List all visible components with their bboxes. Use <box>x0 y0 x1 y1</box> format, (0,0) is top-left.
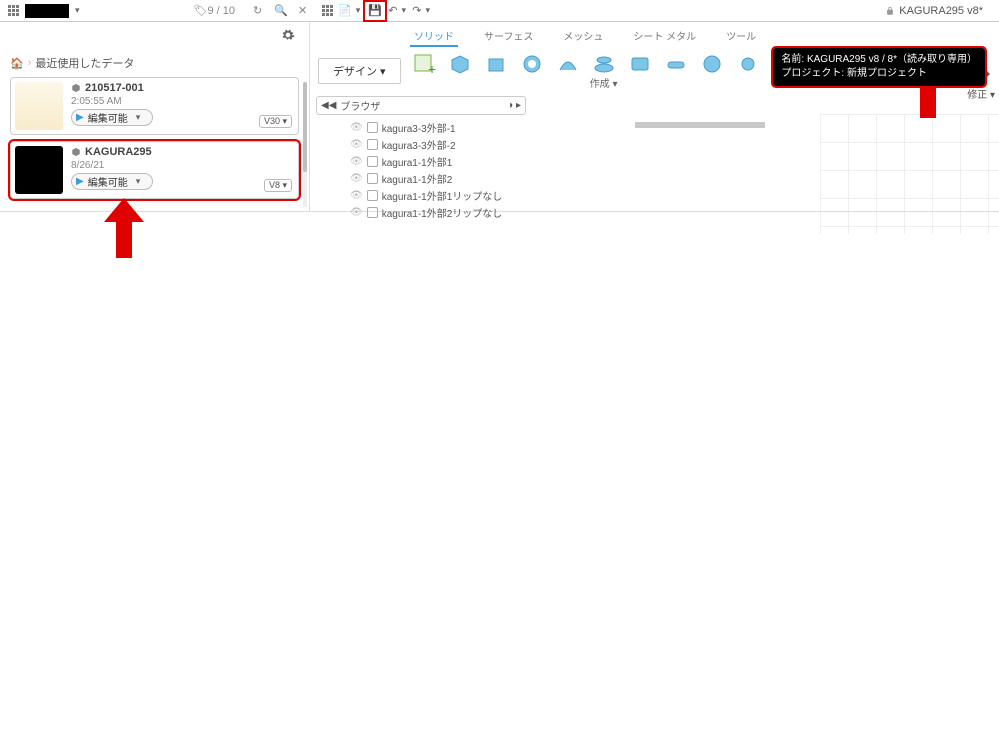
annotation-arrow <box>104 198 144 258</box>
tree-item-label: kagura1-1外部1リップなし <box>382 188 503 203</box>
component-icon <box>367 190 378 201</box>
scrollbar[interactable] <box>303 82 307 207</box>
search-icon[interactable]: 🔍 <box>274 4 288 17</box>
box-icon[interactable] <box>447 51 473 77</box>
chevron-down-icon[interactable]: ▾ <box>71 5 84 16</box>
sweep-icon[interactable] <box>555 51 581 77</box>
tree-row[interactable]: 👁 kagura3-3外部-2 <box>350 136 999 153</box>
edit-status-label: 編集可能 <box>88 174 128 189</box>
tab-tools[interactable]: ツール <box>722 26 760 47</box>
tree-item-label: kagura1-1外部2リップなし <box>382 205 503 220</box>
browser-tree: 👁 kagura3-3外部-1 👁 kagura3-3外部-2 👁 kagura1-1外部… <box>310 119 999 221</box>
tree-row[interactable]: 👁 kagura1-1外部1リップなし <box>350 187 999 204</box>
loft-icon[interactable] <box>591 51 617 77</box>
chevron-right-icon: › <box>28 57 32 69</box>
grid-view-icon[interactable] <box>317 2 337 20</box>
tooltip-line1: 名前: KAGURA295 v8 / 8*（読み取り専用） <box>781 53 977 67</box>
user-menu[interactable]: ▾ <box>4 4 84 18</box>
modify-label[interactable]: 修正 ▾ <box>967 86 995 101</box>
user-name-redacted <box>25 4 69 18</box>
panel-breadcrumb[interactable]: 🏠 › 最近使用したデータ <box>0 51 309 75</box>
version-tag[interactable]: V30 ▾ <box>259 115 292 128</box>
project-card[interactable]: KAGURA295 8/26/21 ▶編集可能▾ V8 ▾ <box>10 141 299 199</box>
home-icon[interactable]: 🏠 <box>10 57 24 70</box>
project-title: 210517-001 <box>85 82 144 94</box>
edit-status-pill[interactable]: ▶編集可能▾ <box>71 173 153 190</box>
hole-icon[interactable] <box>663 51 689 77</box>
cube-icon <box>71 83 81 93</box>
tab-mesh[interactable]: メッシュ <box>559 26 607 47</box>
breadcrumb-label: 最近使用したデータ <box>35 55 134 71</box>
file-menu-icon[interactable]: 📄▾ <box>341 2 361 20</box>
browser-bar[interactable]: ◀◀ ブラウザ ◑ ▸ <box>316 96 526 115</box>
design-workspace-button[interactable]: デザイン ▾ <box>318 58 401 84</box>
main-area: ソリッド サーフェス メッシュ シート メタル ツール デザイン ▾ + <box>310 22 999 211</box>
title-bar: ▾ 🏷9 / 10 ↻ 🔍 ✕ 📄▾ 💾 ↶▾ ↷▾ KAGURA295 v8* <box>0 0 999 22</box>
component-icon <box>367 173 378 184</box>
project-thumbnail <box>15 82 63 130</box>
visibility-icon[interactable]: 👁 <box>350 173 363 184</box>
refresh-icon[interactable]: ↻ <box>253 4 262 17</box>
version-tag[interactable]: V8 ▾ <box>264 179 292 192</box>
rib-icon[interactable] <box>627 51 653 77</box>
visibility-icon[interactable]: 👁 <box>350 207 363 218</box>
browser-label: ブラウザ <box>340 98 380 113</box>
sphere-icon[interactable] <box>699 51 725 77</box>
document-tab[interactable]: KAGURA295 v8* <box>873 5 995 17</box>
extrude-icon[interactable] <box>483 51 509 77</box>
tooltip-line2: プロジェクト: 新規プロジェクト <box>781 67 977 81</box>
tab-solid[interactable]: ソリッド <box>410 26 458 47</box>
edit-status-pill[interactable]: ▶編集可能▾ <box>71 109 153 126</box>
app-launcher-icon[interactable] <box>8 5 19 16</box>
quick-access-toolbar: 📄▾ 💾 ↶▾ ↷▾ <box>317 2 433 20</box>
component-icon <box>367 156 378 167</box>
data-panel: 🏠 › 最近使用したデータ 210517-001 2:05:55 AM ▶編集可… <box>0 22 310 211</box>
tree-row[interactable]: 👁 kagura1-1外部2 <box>350 170 999 187</box>
revolve-icon[interactable] <box>519 51 545 77</box>
settings-icon[interactable] <box>281 28 295 45</box>
tree-item-label: kagura1-1外部1 <box>382 154 453 169</box>
credit-count: 9 / 10 <box>208 5 236 17</box>
browser-options-icon[interactable]: ◑ ▸ <box>507 100 521 111</box>
tree-row[interactable]: 👁 kagura1-1外部2リップなし <box>350 204 999 221</box>
component-icon <box>367 207 378 218</box>
project-subtitle: 2:05:55 AM <box>71 96 294 107</box>
tree-row[interactable]: 👁 kagura1-1外部1 <box>350 153 999 170</box>
visibility-icon[interactable]: 👁 <box>350 139 363 150</box>
tool-group-create: + <box>411 51 797 77</box>
edit-status-label: 編集可能 <box>88 110 128 125</box>
redo-icon[interactable]: ↷▾ <box>413 2 433 20</box>
tree-item-label: kagura3-3外部-2 <box>382 137 456 152</box>
visibility-icon[interactable]: 👁 <box>350 122 363 133</box>
component-icon <box>367 139 378 150</box>
new-sketch-icon[interactable]: + <box>411 51 437 77</box>
tree-item-label: kagura3-3外部-1 <box>382 120 456 135</box>
file-info-tooltip: 名前: KAGURA295 v8 / 8*（読み取り専用） プロジェクト: 新規… <box>773 48 985 86</box>
close-icon[interactable]: ✕ <box>298 4 307 17</box>
lock-icon <box>885 6 895 16</box>
ribbon-tabs: ソリッド サーフェス メッシュ シート メタル ツール <box>310 22 999 47</box>
project-subtitle: 8/26/21 <box>71 160 294 171</box>
group-label-create[interactable]: 作成 ▾ <box>590 75 618 90</box>
project-thumbnail <box>15 146 63 194</box>
svg-text:+: + <box>428 61 436 76</box>
project-title: KAGURA295 <box>85 146 152 158</box>
collapse-icon[interactable]: ◀◀ <box>321 100 336 111</box>
visibility-icon[interactable]: 👁 <box>350 156 363 167</box>
tree-item-label: kagura1-1外部2 <box>382 171 453 186</box>
undo-icon[interactable]: ↶▾ <box>389 2 409 20</box>
component-icon <box>367 122 378 133</box>
cylinder-icon[interactable] <box>735 51 761 77</box>
cube-icon <box>71 147 81 157</box>
tab-sheetmetal[interactable]: シート メタル <box>629 26 700 47</box>
design-button-label: デザイン ▾ <box>333 63 386 79</box>
credit-icon: 🏷9 / 10 <box>194 4 236 17</box>
save-icon[interactable]: 💾 <box>365 2 385 20</box>
project-card[interactable]: 210517-001 2:05:55 AM ▶編集可能▾ V30 ▾ <box>10 77 299 135</box>
visibility-icon[interactable]: 👁 <box>350 190 363 201</box>
document-tab-label: KAGURA295 v8* <box>899 5 983 17</box>
tab-surface[interactable]: サーフェス <box>480 26 537 47</box>
